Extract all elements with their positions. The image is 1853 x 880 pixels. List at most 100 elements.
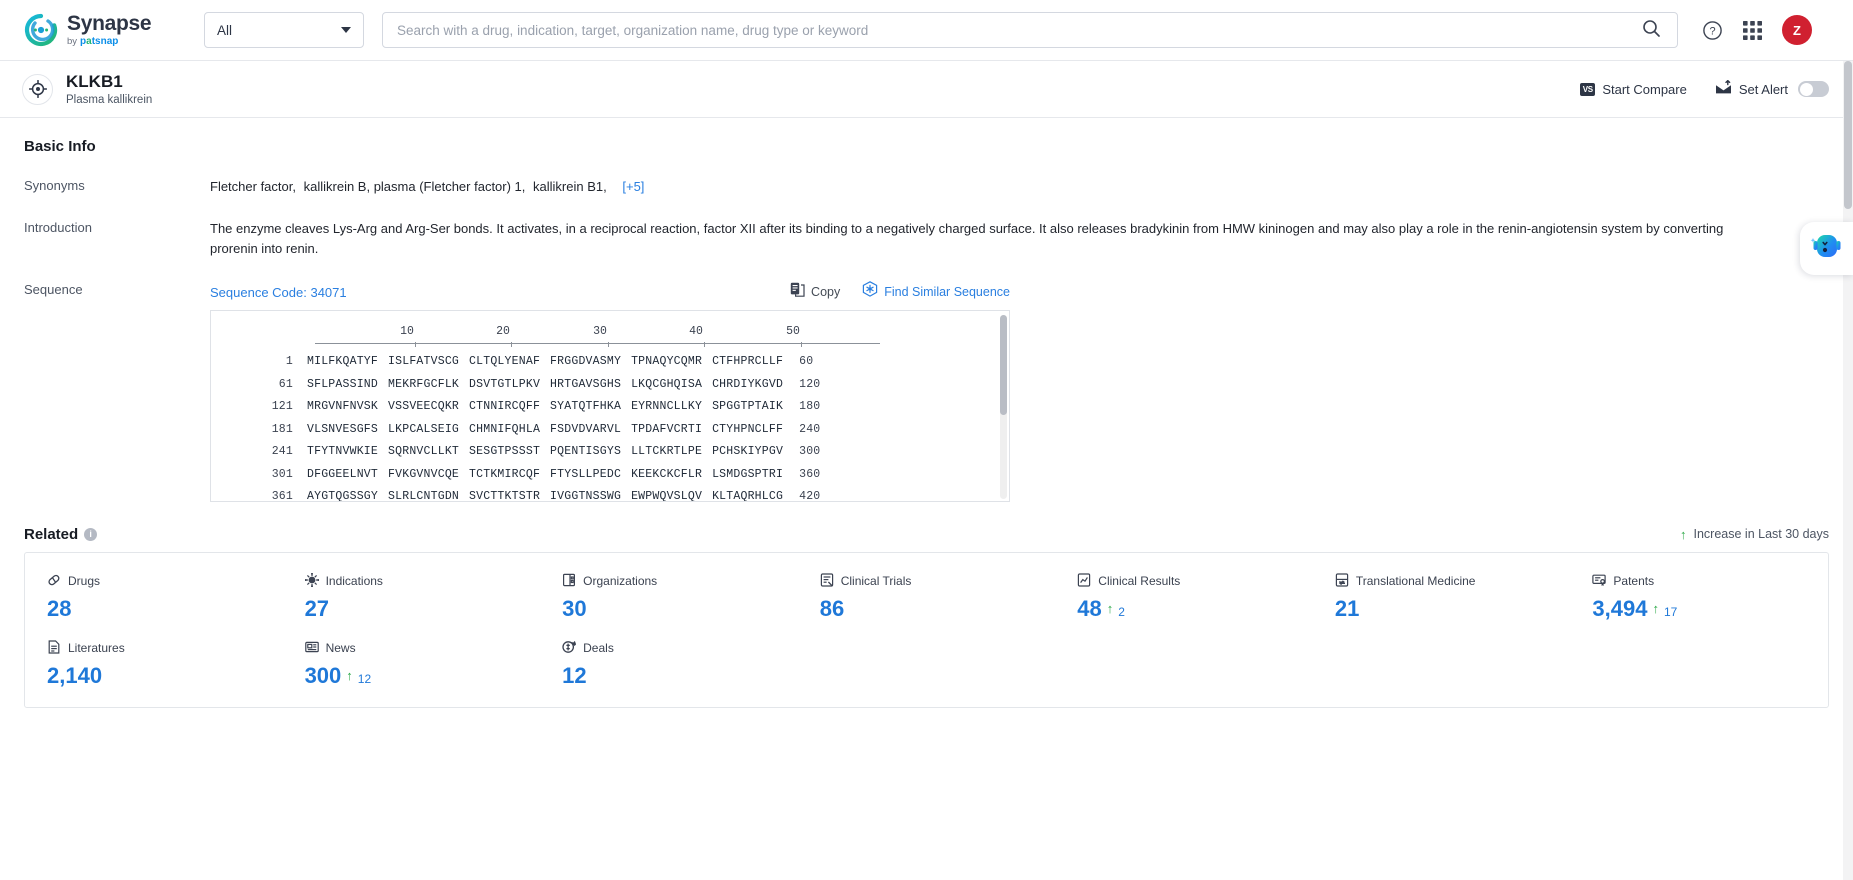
- related-item-value: 28: [47, 596, 283, 622]
- main-content: Basic Info Synonyms Fletcher factor, kal…: [0, 118, 1853, 880]
- sequence-chunk: CHRDIYKGVD: [712, 377, 784, 391]
- related-item-value: 27: [305, 596, 541, 622]
- sequence-chunk: FSDVDVARVL: [550, 422, 622, 436]
- related-item-value: 30: [562, 596, 798, 622]
- sequence-chunk: CHMNIFQHLA: [469, 422, 541, 436]
- sequence-line-start: 61: [278, 377, 293, 391]
- sequence-line: 121 MRGVNFNVSK VSSVEECQKR CTNNIRCQFF SYATQTF…: [211, 396, 1009, 419]
- sequence-line-end: 60: [799, 355, 814, 369]
- related-item-translational-medicine[interactable]: Translational Medicine 21: [1313, 569, 1571, 622]
- sequence-chunk: TCTKMIRCQF: [469, 467, 541, 481]
- sequence-chunk: SYATQTFHKA: [550, 400, 622, 414]
- apps-grid-icon[interactable]: [1743, 20, 1762, 40]
- introduction-text: The enzyme cleaves Lys-Arg and Arg-Ser b…: [210, 221, 1724, 257]
- related-item-value: 300 ↑ 12: [305, 663, 541, 689]
- related-item-deals[interactable]: Deals 12: [540, 636, 798, 689]
- sequence-line-start: 121: [271, 400, 293, 414]
- related-header: Related i ↑ Increase in Last 30 days: [24, 526, 1829, 543]
- search-scope-select[interactable]: All: [204, 12, 364, 48]
- sequence-chunk: ISLFATVSCG: [388, 355, 460, 369]
- related-item-indications[interactable]: Indications 27: [283, 569, 541, 622]
- sequence-code[interactable]: Sequence Code: 34071: [210, 283, 347, 303]
- related-item-label: Indications: [325, 574, 383, 589]
- related-item-literatures[interactable]: Literatures 2,140: [25, 636, 283, 689]
- sequence-line-chunks: MRGVNFNVSK VSSVEECQKR CTNNIRCQFF SYATQTFHKA…: [307, 398, 783, 416]
- sequence-chunk: TFYTNVWKIE: [307, 445, 379, 459]
- related-item-clinical-trials[interactable]: Clinical Trials 86: [798, 569, 1056, 622]
- related-item-clinical-results[interactable]: Clinical Results 48 ↑ 2: [1055, 569, 1313, 622]
- ai-assistant-button[interactable]: [1800, 222, 1853, 275]
- sequence-chunk: SPGGTPTAIK: [712, 400, 784, 414]
- page-scrollbar[interactable]: [1843, 61, 1853, 880]
- sequence-line-start: 241: [271, 445, 293, 459]
- sequence-chunk: SFLPASSIND: [307, 377, 379, 391]
- sequence-chunk: LSMDGSPTRI: [712, 467, 784, 481]
- related-item-count: 27: [304, 595, 330, 621]
- related-item-drugs[interactable]: Drugs 28: [25, 569, 283, 622]
- ruler-tick-label: 30: [593, 324, 607, 338]
- search-bar[interactable]: [382, 12, 1678, 48]
- find-similar-sequence-button[interactable]: Find Similar Sequence: [862, 281, 1010, 303]
- sequence-line-chunks: MILFKQATYF ISLFATVSCG CLTQLYENAF FRGGDVASMY…: [307, 353, 783, 371]
- introduction-label: Introduction: [24, 220, 92, 236]
- sequence-chunk: CLTQLYENAF: [469, 355, 541, 369]
- sequence-chunk: KEEKCKCFLR: [631, 467, 703, 481]
- synonyms-label: Synonyms: [24, 178, 85, 193]
- page-title: KLKB1: [66, 72, 123, 92]
- avatar[interactable]: Z: [1782, 15, 1812, 45]
- start-compare-label: Start Compare: [1602, 81, 1687, 97]
- related-item-patents[interactable]: Patents 3,494 ↑ 17: [1570, 569, 1828, 622]
- search-input[interactable]: [397, 22, 1640, 38]
- sequence-line-end: 300: [799, 445, 821, 459]
- sequence-chunk: MEKRFGCFLK: [388, 377, 460, 391]
- related-item-organizations[interactable]: Organizations 30: [540, 569, 798, 622]
- set-alert-label: Set Alert: [1738, 81, 1788, 97]
- find-similar-label: Find Similar Sequence: [884, 284, 1010, 299]
- sequence-chunk: CTFHPRCLLF: [712, 355, 784, 369]
- increase-legend-label: Increase in Last 30 days: [1693, 527, 1830, 542]
- sequence-scrollbar-thumb[interactable]: [1000, 314, 1007, 415]
- sequence-ruler: 10 20 30 40 50: [315, 325, 880, 351]
- arrow-up-icon: ↑: [346, 667, 353, 683]
- sequence-line-start: 301: [271, 467, 293, 481]
- increase-legend: ↑ Increase in Last 30 days: [1680, 527, 1829, 541]
- info-icon[interactable]: i: [84, 527, 98, 541]
- page-scrollbar-thumb[interactable]: [1844, 61, 1852, 209]
- sequence-chunk: SQRNVCLLKT: [388, 445, 460, 459]
- related-item-news[interactable]: News 300 ↑ 12: [283, 636, 541, 689]
- chevron-down-icon: [341, 27, 351, 33]
- logo-brand: patsnap: [80, 36, 119, 47]
- synonyms-more-link[interactable]: [+5]: [622, 179, 644, 194]
- synonyms-value: Fletcher factor, kallikrein B, plasma (F…: [210, 177, 1770, 197]
- clinical-result-icon: [1077, 573, 1091, 590]
- sequence-scrollbar[interactable]: [1000, 314, 1007, 499]
- sequence-viewer[interactable]: 10 20 30 40 50 1 MILFKQATYF ISLFATVSCG CLTQ…: [210, 309, 1010, 502]
- sequence-chunk: DSVTGTLPKV: [469, 377, 541, 391]
- sequence-line: 301 DFGGEELNVT FVKGVNVCQE TCTKMIRCQF FTYSLLP…: [211, 463, 1009, 486]
- sequence-line-chunks: SFLPASSIND MEKRFGCFLK DSVTGTLPKV HRTGAVSGHS…: [307, 376, 783, 394]
- synonym-item: kallikrein B, plasma (Fletcher factor) 1…: [303, 179, 526, 194]
- set-alert-toggle[interactable]: [1798, 81, 1829, 97]
- logo-by: by: [67, 36, 78, 48]
- related-item-count: 300: [304, 662, 342, 688]
- start-compare-button[interactable]: VS Start Compare: [1580, 82, 1687, 97]
- sequence-chunk: TPNAQYCQMR: [631, 355, 703, 369]
- related-item-label: News: [325, 641, 356, 656]
- news-icon: [304, 640, 319, 657]
- app-logo[interactable]: Synapse by patsnap: [24, 13, 176, 47]
- sequence-line-chunks: AYGTQGSSGY SLRLCNTGDN SVCTTKTSTR IVGGTNSSWG…: [307, 488, 783, 502]
- sequence-chunk: CTNNIRCQFF: [469, 400, 541, 414]
- related-item-delta: 12: [357, 671, 372, 686]
- related-item-value: 86: [820, 596, 1056, 622]
- sequence-toolbar: Sequence Code: 34071 Copy Find Similar S…: [210, 281, 1010, 303]
- sequence-line-end: 180: [799, 400, 821, 414]
- search-button[interactable]: [1640, 19, 1663, 41]
- logo-title: Synapse: [67, 12, 152, 35]
- related-item-value: 21: [1335, 596, 1571, 622]
- sequence-chunk: AYGTQGSSGY: [307, 490, 379, 502]
- ruler-tick-label: 20: [496, 324, 510, 338]
- help-circle-icon[interactable]: ?: [1702, 20, 1723, 41]
- related-card: Drugs 28 Indications 27 Organizations 30 Clini…: [24, 551, 1829, 708]
- copy-sequence-button[interactable]: Copy: [790, 282, 840, 303]
- set-alert-control[interactable]: Set Alert: [1715, 79, 1829, 98]
